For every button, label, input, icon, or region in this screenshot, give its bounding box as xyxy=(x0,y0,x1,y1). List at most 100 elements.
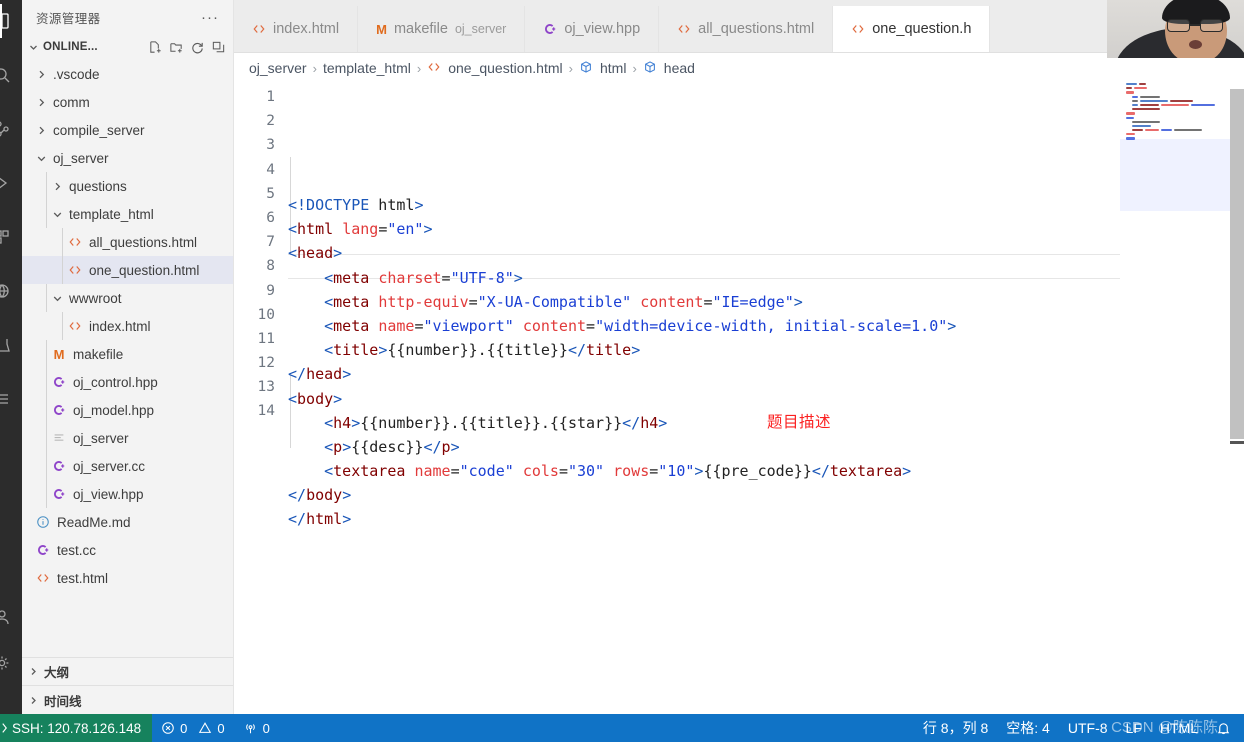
breadcrumb-item-html[interactable]: html xyxy=(579,60,626,77)
refresh-icon[interactable] xyxy=(190,40,205,55)
code-line-12[interactable]: <textarea name="code" cols="30" rows="10… xyxy=(288,459,1244,483)
tree-file-one_question.html[interactable]: one_question.html xyxy=(22,256,233,284)
tree-file-test.html[interactable]: test.html xyxy=(22,564,233,592)
editor-scrollbar[interactable] xyxy=(1230,83,1244,714)
code-content[interactable]: <!DOCTYPE html> <html lang="en"> <head> <m… xyxy=(288,83,1244,714)
status-remote-host[interactable]: SSH: 120.78.126.148 xyxy=(0,714,153,742)
tree-item-label: oj_model.hpp xyxy=(73,402,155,418)
outline-icon[interactable] xyxy=(0,382,22,416)
code-line-14[interactable]: </html> xyxy=(288,507,1244,531)
breadcrumb-item-oj_server[interactable]: oj_server xyxy=(249,60,307,76)
html-file-icon xyxy=(252,22,266,36)
tree-indent-guide xyxy=(46,172,47,200)
tree-folder-questions[interactable]: questions xyxy=(22,172,233,200)
editor-tab-index.html[interactable]: index.html xyxy=(234,6,359,52)
status-language-mode[interactable]: HTML xyxy=(1151,714,1207,742)
breadcrumb-item-one_question.html[interactable]: one_question.html xyxy=(427,60,563,77)
remote-explorer-icon[interactable] xyxy=(0,274,22,308)
tree-item-label: index.html xyxy=(89,318,151,334)
activity-bar[interactable] xyxy=(0,0,22,714)
explorer-icon[interactable] xyxy=(0,4,22,38)
workspace-section-header[interactable]: ONLINE... xyxy=(22,35,233,59)
tree-file-all_questions.html[interactable]: all_questions.html xyxy=(22,228,233,256)
chevron-down-icon xyxy=(34,151,48,165)
code-line-4[interactable]: <meta charset="UTF-8"> xyxy=(288,266,1244,290)
extensions-icon[interactable] xyxy=(0,220,22,254)
collapse-all-icon[interactable] xyxy=(211,40,226,55)
editor-tab-oj_view.hpp[interactable]: oj_view.hpp xyxy=(525,6,660,52)
new-folder-icon[interactable] xyxy=(169,40,184,55)
makefile-icon: M xyxy=(376,21,387,37)
editor-tab-one_question.h[interactable]: one_question.h xyxy=(833,6,991,52)
status-eol[interactable]: LF xyxy=(1117,714,1151,742)
status-forwarded-ports[interactable]: 0 xyxy=(234,714,279,742)
tree-folder-compile_server[interactable]: compile_server xyxy=(22,116,233,144)
tree-folder-.vscode[interactable]: .vscode xyxy=(22,60,233,88)
account-icon[interactable] xyxy=(0,600,22,634)
status-problems[interactable]: 0 0 xyxy=(152,714,233,742)
tree-file-oj_model.hpp[interactable]: oj_model.hpp xyxy=(22,396,233,424)
tree-file-test.cc[interactable]: test.cc xyxy=(22,536,233,564)
source-control-icon[interactable] xyxy=(0,112,22,146)
search-icon[interactable] xyxy=(0,58,22,92)
code-line-1[interactable]: <!DOCTYPE html> xyxy=(288,193,1244,217)
workbench-body: 资源管理器 ··· ONLINE... .vscode comm compile… xyxy=(0,0,1244,714)
code-line-11[interactable]: <p>{{desc}}</p> xyxy=(288,435,1244,459)
tree-folder-comm[interactable]: comm xyxy=(22,88,233,116)
new-file-icon[interactable] xyxy=(148,40,163,55)
code-line-9[interactable]: <body> xyxy=(288,387,1244,411)
code-editor[interactable]: 1 2 3 4 5 6 7 8 9 10 11 12 13 14 <!DOCTYPE html> <html… xyxy=(234,83,1244,714)
tree-item-label: all_questions.html xyxy=(89,234,198,250)
breadcrumb-separator-icon: › xyxy=(416,60,422,76)
code-line-5[interactable]: <meta http-equiv="X-UA-Compatible" conte… xyxy=(288,290,1244,314)
panel-outline[interactable]: 大纲 xyxy=(22,658,233,686)
run-debug-icon[interactable] xyxy=(0,166,22,200)
editor-tab-makefile[interactable]: Mmakefile oj_server xyxy=(358,6,526,52)
code-line-8[interactable]: </head> xyxy=(288,362,1244,386)
line-number: 13 xyxy=(257,379,275,396)
tree-file-ReadMe.md[interactable]: ReadMe.md xyxy=(22,508,233,536)
scrollbar-thumb[interactable] xyxy=(1230,89,1244,439)
chevron-down-icon xyxy=(50,291,64,305)
breadcrumb-item-head[interactable]: head xyxy=(643,60,695,77)
tree-folder-wwwroot[interactable]: wwwroot xyxy=(22,284,233,312)
tree-file-oj_server.cc[interactable]: oj_server.cc xyxy=(22,452,233,480)
tree-indent-guide xyxy=(46,284,47,312)
panel-timeline[interactable]: 时间线 xyxy=(22,686,233,714)
tree-file-oj_control.hpp[interactable]: oj_control.hpp xyxy=(22,368,233,396)
code-line-7[interactable]: <title>{{number}}.{{title}}</title> xyxy=(288,338,1244,362)
code-line-13[interactable]: </body> xyxy=(288,483,1244,507)
breadcrumb[interactable]: oj_server › template_html › one_question.htm… xyxy=(234,53,1244,83)
status-error-count: 0 xyxy=(180,720,188,736)
html-file-icon xyxy=(66,235,84,249)
tree-file-index.html[interactable]: index.html xyxy=(22,312,233,340)
tree-indent-guide xyxy=(46,200,47,228)
cpp-file-icon xyxy=(543,22,557,36)
webcam-overlay xyxy=(1107,0,1244,58)
status-cursor-position[interactable]: 行 8，列 8 xyxy=(914,714,997,742)
sidebar-more-actions-button[interactable]: ··· xyxy=(201,9,225,26)
bell-icon[interactable] xyxy=(1207,714,1240,742)
file-tree[interactable]: .vscode comm compile_server oj_server questi… xyxy=(22,59,233,657)
code-line-2[interactable]: <html lang="en"> xyxy=(288,217,1244,241)
tree-folder-oj_server[interactable]: oj_server xyxy=(22,144,233,172)
code-line-6[interactable]: <meta name="viewport" content="width=dev… xyxy=(288,314,1244,338)
settings-gear-icon[interactable] xyxy=(0,646,22,680)
tree-folder-template_html[interactable]: template_html xyxy=(22,200,233,228)
status-indentation[interactable]: 空格: 4 xyxy=(997,714,1059,742)
code-line-3[interactable]: <head> xyxy=(288,241,1244,265)
tree-file-oj_server[interactable]: oj_server xyxy=(22,424,233,452)
breadcrumb-item-template_html[interactable]: template_html xyxy=(323,60,411,76)
html-file-icon xyxy=(66,319,84,333)
tree-file-makefile[interactable]: Mmakefile xyxy=(22,340,233,368)
sidebar-title: 资源管理器 xyxy=(36,12,101,26)
tab-label: all_questions.html xyxy=(698,21,815,37)
editor-tab-bar[interactable]: index.html Mmakefile oj_server oj_view.hpp a… xyxy=(234,0,1244,53)
tree-file-oj_view.hpp[interactable]: oj_view.hpp xyxy=(22,480,233,508)
status-remote-label: SSH: 120.78.126.148 xyxy=(12,720,142,736)
testing-icon[interactable] xyxy=(0,328,22,362)
status-encoding[interactable]: UTF-8 xyxy=(1059,714,1117,742)
code-line-10[interactable]: <h4>{{number}}.{{title}}.{{star}}</h4> xyxy=(288,411,1244,435)
editor-tab-all_questions.html[interactable]: all_questions.html xyxy=(659,6,834,52)
tab-label: one_question.h xyxy=(872,21,972,37)
